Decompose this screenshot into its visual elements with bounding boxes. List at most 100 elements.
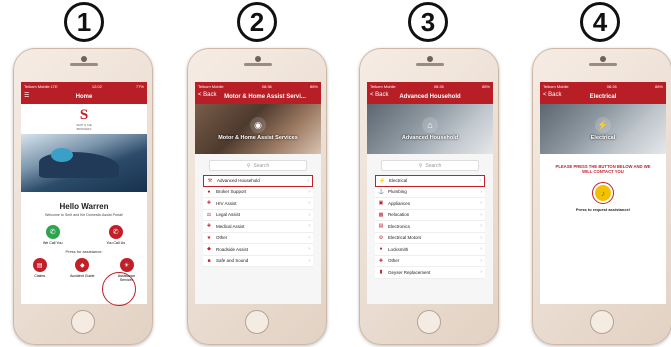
list-item-label: Relocation xyxy=(388,212,410,218)
house-wrench-icon: ⌂ xyxy=(422,117,438,133)
welcome-text: Welcome to Smit and Kie Domestic Assist … xyxy=(44,213,124,217)
hero-banner: ◉ Motor & Home Assist Services xyxy=(195,104,321,154)
list-item-label: Electrical xyxy=(389,178,408,184)
assistance-highlight-circle xyxy=(102,272,136,306)
lock-icon: ● xyxy=(379,246,383,253)
status-bar: Telkom Mobile LTE 12:02 77% xyxy=(21,82,147,90)
plug-icon: ⚡ xyxy=(379,177,386,184)
list-item-label: Electronics xyxy=(388,223,411,229)
syringe-icon: ✚ xyxy=(206,200,212,207)
search-input[interactable]: ⚲ Search xyxy=(381,160,479,171)
list-item[interactable]: ⚖ Legal Assist › xyxy=(203,210,313,221)
hero-banner: ⚡ Electrical xyxy=(540,104,666,154)
we-call-you-button[interactable]: ✆ We Call You xyxy=(43,225,62,245)
app-bar: < Back Electrical xyxy=(540,90,666,104)
list-item[interactable]: ■ Safe and Sound › xyxy=(203,256,313,267)
back-button[interactable]: < Back xyxy=(543,92,562,98)
phone-icon: ✆ xyxy=(108,225,123,239)
phone-4-screen: Telkom Mobile 08:26 88% < Back Electrica… xyxy=(540,82,666,304)
step-2-badge: 2 xyxy=(237,2,277,42)
search-icon: ⚲ xyxy=(246,162,251,169)
press-request-label: Press to request assistance! xyxy=(575,207,631,212)
list-item-label: Plumbing xyxy=(388,189,407,195)
home-button[interactable] xyxy=(71,310,95,334)
list-item[interactable]: ★ Other › xyxy=(203,233,313,244)
phone-1-home: Telkom Mobile LTE 12:02 77% ☰ Home S SMI… xyxy=(13,48,153,345)
list-item[interactable]: ✚ Other › xyxy=(375,256,485,267)
brand-logo: S SMIT & KIE BROKERS xyxy=(21,104,147,134)
list-item-label: Locksmith xyxy=(388,246,409,252)
list-item[interactable]: ▣ Appliances › xyxy=(375,198,485,210)
chevron-right-icon: › xyxy=(480,223,482,230)
search-input[interactable]: ⚲ Search xyxy=(209,160,307,171)
shield-icon: ■ xyxy=(207,257,211,264)
assistance-icon: ☀ xyxy=(119,258,134,272)
search-placeholder: Search xyxy=(425,162,442,169)
car-icon: ◆ xyxy=(207,246,211,253)
request-assistance-button[interactable]: ♪ xyxy=(592,182,614,204)
hero-title: Electrical xyxy=(590,135,616,141)
hero-banner: ⌂ Advanced Household xyxy=(367,104,493,154)
list-item-label: Other xyxy=(216,235,228,241)
chevron-right-icon: › xyxy=(480,188,482,195)
list-item[interactable]: ✚ Medical Assist › xyxy=(203,221,313,233)
clock-label: 08:26 xyxy=(606,83,617,89)
accident-guide-label: Accident Guide xyxy=(70,274,95,278)
search-placeholder: Search xyxy=(253,162,270,169)
gloved-hand-icon xyxy=(51,148,73,162)
hero-title: Advanced Household xyxy=(401,135,459,141)
back-button[interactable]: < Back xyxy=(370,92,389,98)
hero-title: Motor & Home Assist Services xyxy=(218,135,298,141)
claims-button[interactable]: ▤ Claims xyxy=(32,258,47,282)
clock-label: 08:36 xyxy=(261,83,272,89)
list-item[interactable]: ⚒ Advanced Household › xyxy=(203,175,313,187)
clock-label: 08:26 xyxy=(433,83,444,89)
logo-letter: S xyxy=(79,106,89,123)
list-item[interactable]: ▮ Geyser Replacement › xyxy=(375,267,485,279)
app-bar: < Back Motor & Home Assist Servi... xyxy=(195,90,321,104)
front-camera xyxy=(255,56,261,62)
page-title: Home xyxy=(75,94,93,100)
household-list: ⚡ Electrical › ⚓ Plumbing › ▣ Appliances › ▩ Re… xyxy=(375,175,485,279)
home-button[interactable] xyxy=(417,310,441,334)
battery-label: 77% xyxy=(135,83,144,89)
list-item[interactable]: ◆ Roadside Assist › xyxy=(203,244,313,256)
battery-label: 88% xyxy=(654,83,663,89)
list-item-label: Safe and Sound xyxy=(216,258,249,264)
list-item[interactable]: ● Locksmith › xyxy=(375,244,485,256)
accident-guide-button[interactable]: ◆ Accident Guide xyxy=(70,258,94,282)
home-button[interactable] xyxy=(590,310,614,334)
clock-label: 12:02 xyxy=(91,83,102,89)
back-button[interactable]: < Back xyxy=(198,92,217,98)
services-list: ⚒ Advanced Household › ● Broker Support › ✚ H… xyxy=(203,175,313,267)
list-item[interactable]: ⚡ Electrical › xyxy=(375,175,485,187)
logo-subtext: BROKERS xyxy=(76,126,92,131)
list-item-label: HIV Assist xyxy=(216,200,237,206)
other-icon: ★ xyxy=(206,234,212,241)
list-item-label: Electrical Motors xyxy=(388,235,422,241)
page-title: Electrical xyxy=(589,94,617,100)
broker-icon: ● xyxy=(207,188,211,195)
front-camera xyxy=(81,56,87,62)
list-item[interactable]: ▩ Relocation › xyxy=(375,210,485,221)
list-item[interactable]: ● Broker Support › xyxy=(203,187,313,198)
front-camera xyxy=(600,56,606,62)
list-item[interactable]: ▤ Electronics › xyxy=(375,221,485,233)
list-item-label: Broker Support xyxy=(216,189,247,195)
appliance-icon: ▣ xyxy=(378,200,384,207)
press-assistance-text: Press for assistance: xyxy=(65,249,103,254)
carrier-label: Telkom Mobile LTE xyxy=(24,83,58,89)
list-item[interactable]: ✚ HIV Assist › xyxy=(203,198,313,210)
truck-icon: ▩ xyxy=(378,211,384,218)
earpiece-speaker xyxy=(244,63,272,66)
motor-icon: ⚙ xyxy=(378,234,384,241)
chevron-right-icon: › xyxy=(480,257,482,264)
hamburger-menu-icon[interactable]: ☰ xyxy=(24,92,29,99)
home-button[interactable] xyxy=(245,310,269,334)
list-item[interactable]: ⚓ Plumbing › xyxy=(375,187,485,198)
chevron-right-icon: › xyxy=(308,246,310,253)
wrench-icon: ⚒ xyxy=(207,177,213,184)
geyser-icon: ▮ xyxy=(379,269,383,276)
you-call-us-button[interactable]: ✆ You Call Us xyxy=(106,225,125,245)
list-item[interactable]: ⚙ Electrical Motors › xyxy=(375,233,485,244)
